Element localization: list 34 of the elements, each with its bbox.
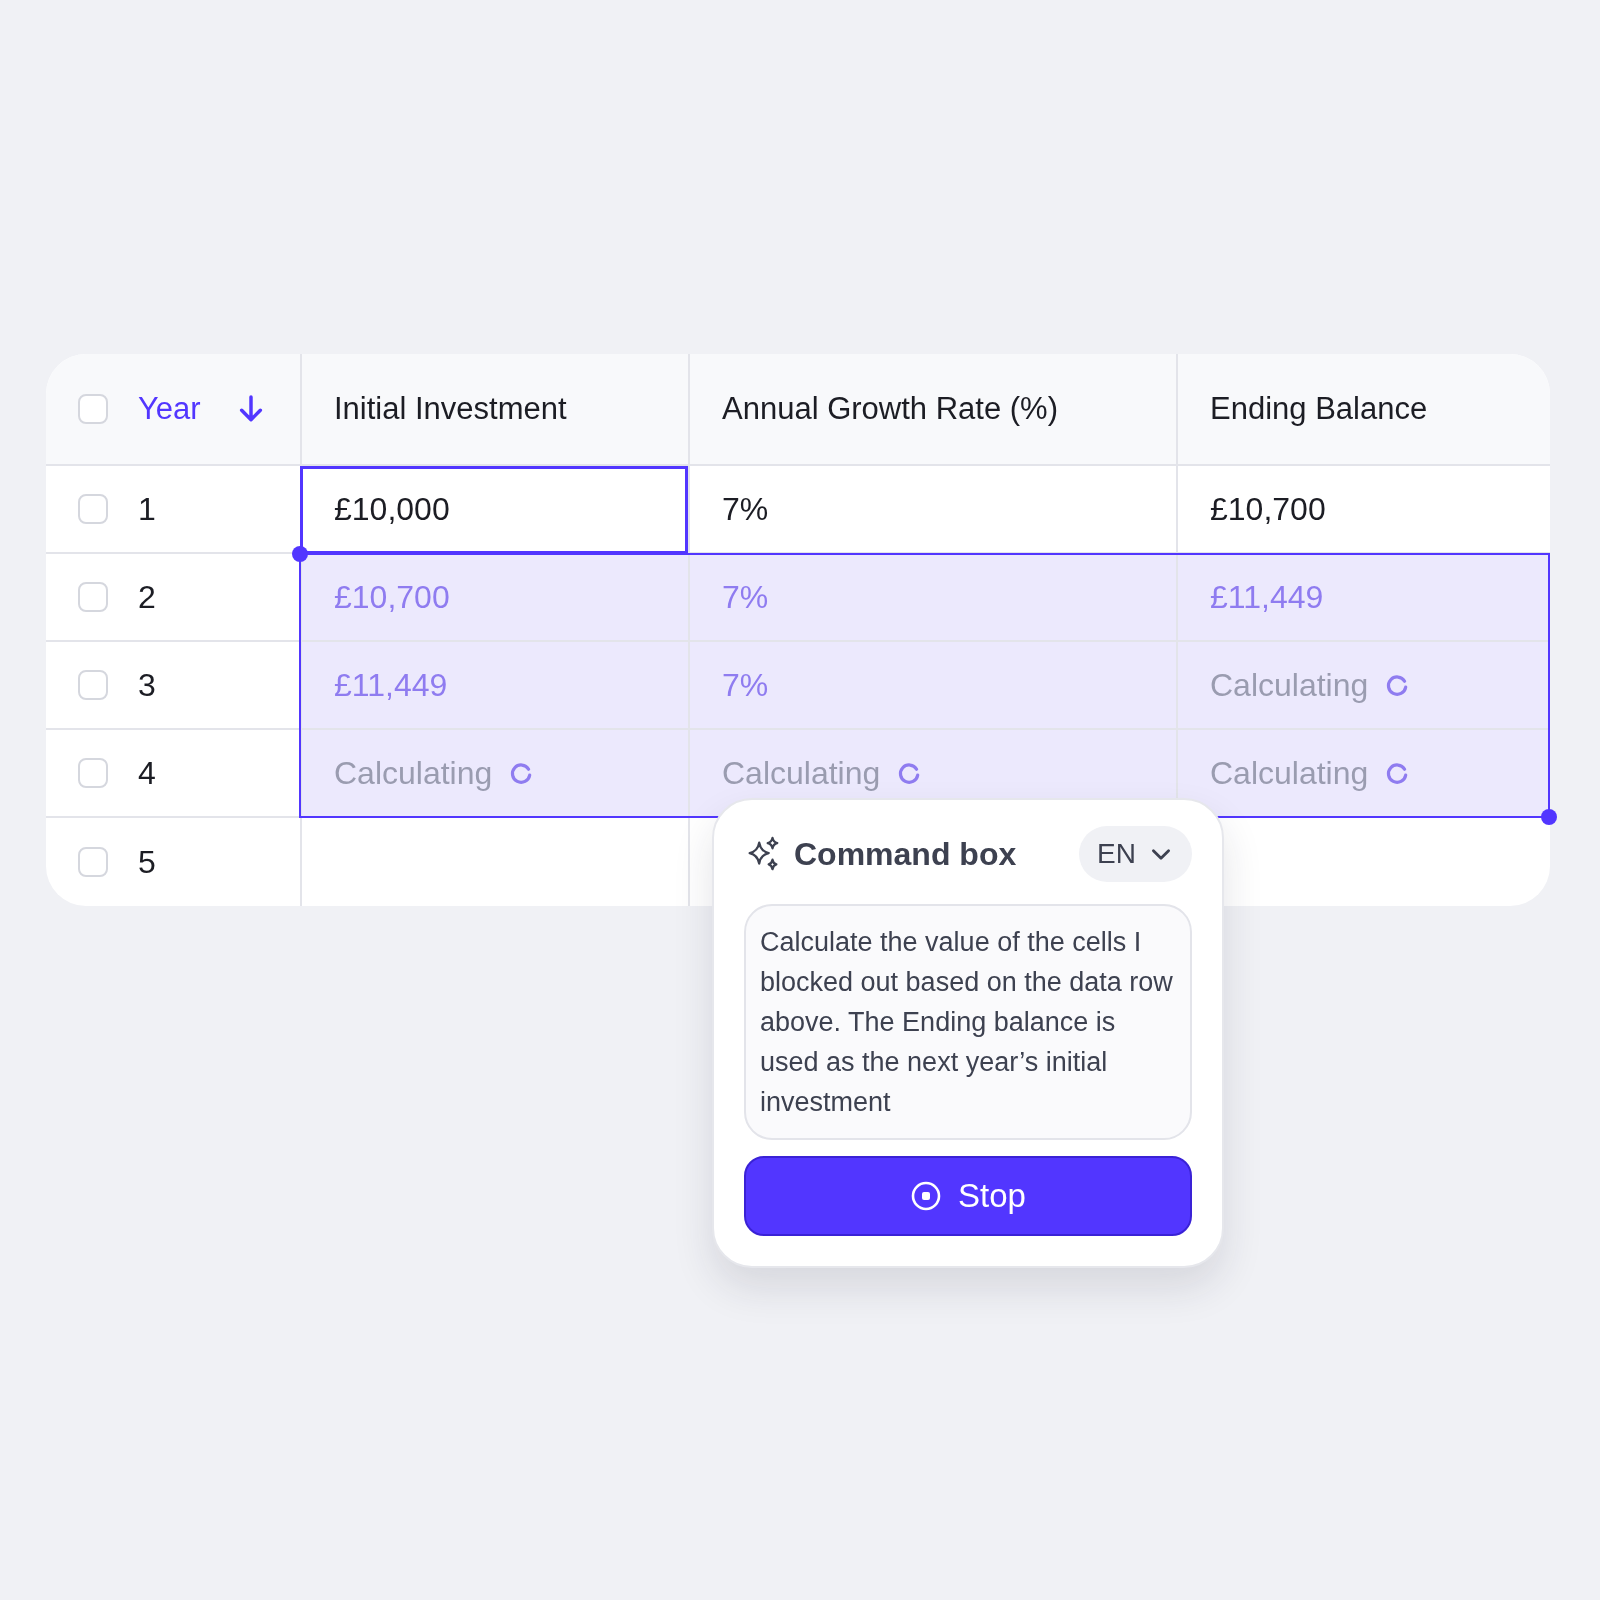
year-number: 4 bbox=[138, 754, 156, 792]
stop-button[interactable]: Stop bbox=[744, 1156, 1192, 1236]
selection-handle[interactable] bbox=[292, 546, 308, 562]
language-dropdown[interactable]: EN bbox=[1079, 826, 1192, 882]
calculating-status: Calculating bbox=[1210, 754, 1369, 792]
stop-icon bbox=[910, 1180, 943, 1212]
column-header[interactable]: Year bbox=[138, 391, 201, 427]
cell-value: 7% bbox=[722, 666, 769, 704]
column-header[interactable]: Ending Balance bbox=[1210, 391, 1428, 427]
checkbox[interactable] bbox=[78, 394, 108, 424]
calculating-status: Calculating bbox=[334, 754, 493, 792]
column-header[interactable]: Initial Investment bbox=[334, 391, 567, 427]
selection-handle[interactable] bbox=[1541, 809, 1557, 825]
checkbox[interactable] bbox=[78, 670, 108, 700]
year-number: 3 bbox=[138, 666, 156, 704]
calculating-status: Calculating bbox=[1210, 666, 1369, 704]
cell-value: £10,000 bbox=[334, 490, 450, 528]
year-number: 5 bbox=[138, 843, 156, 881]
cell-value: £10,700 bbox=[1210, 490, 1326, 528]
cell-value: £10,700 bbox=[334, 578, 450, 616]
cell-value: 7% bbox=[722, 490, 769, 528]
prompt-field[interactable]: Calculate the value of the cells I blocked out based on the data row above. The Ending balance is used as the next year’s initial investment bbox=[744, 904, 1192, 1140]
checkbox[interactable] bbox=[78, 758, 108, 788]
cell-value: 7% bbox=[722, 578, 769, 616]
checkbox[interactable] bbox=[78, 494, 108, 524]
panel-title: Command box bbox=[794, 835, 1017, 873]
checkbox[interactable] bbox=[78, 582, 108, 612]
active-cell-outline[interactable] bbox=[300, 466, 688, 554]
year-number: 1 bbox=[138, 490, 156, 528]
cell-value: £11,449 bbox=[334, 666, 448, 704]
cell-value: £11,449 bbox=[1210, 578, 1324, 616]
year-number: 2 bbox=[138, 578, 156, 616]
checkbox[interactable] bbox=[78, 847, 108, 877]
calculating-status: Calculating bbox=[722, 754, 881, 792]
